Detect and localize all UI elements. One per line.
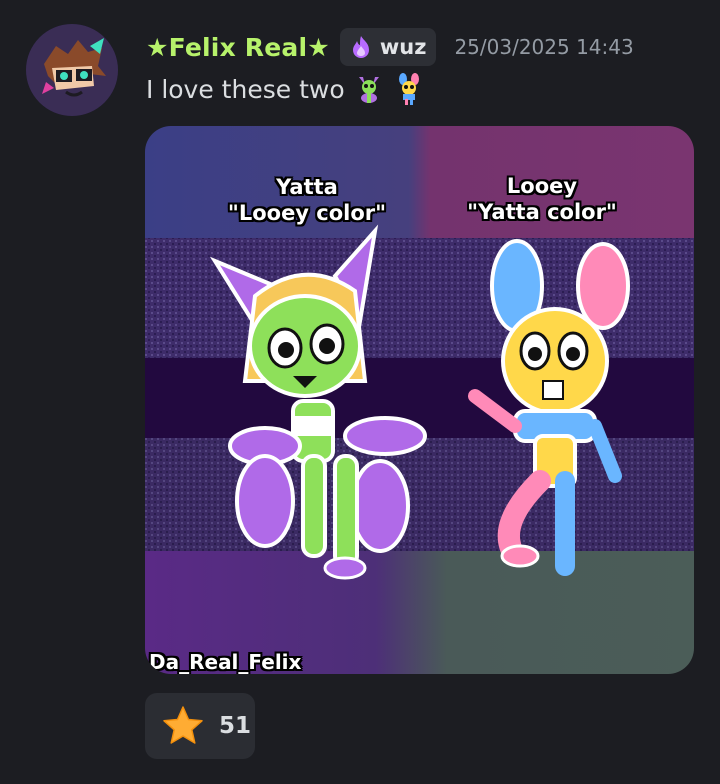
- message-text: I love these two: [146, 74, 345, 104]
- right-character-label: Looey "Yatta color": [467, 174, 617, 224]
- message-content: I love these two: [146, 70, 425, 108]
- timestamp[interactable]: 25/03/2025 14:43: [454, 35, 633, 59]
- looey-emoji[interactable]: [393, 73, 425, 105]
- server-tag[interactable]: wuz: [339, 28, 437, 66]
- yatta-emoji[interactable]: [353, 73, 385, 105]
- server-tag-text: wuz: [379, 35, 427, 59]
- reaction-star[interactable]: 51: [145, 693, 255, 759]
- username[interactable]: ★Felix Real★: [146, 33, 330, 62]
- chat-message: ★Felix Real★ wuz 25/03/2025 14:43 I love…: [0, 0, 720, 784]
- message-header: ★Felix Real★ wuz 25/03/2025 14:43: [146, 27, 634, 67]
- artist-signature: Da_Real_Felix: [149, 650, 302, 674]
- image-attachment[interactable]: Yatta "Looey color" Looey "Yatta color" …: [145, 126, 694, 674]
- avatar-image: [26, 24, 118, 116]
- left-character-label: Yatta "Looey color": [227, 175, 387, 225]
- star-icon: [163, 706, 203, 744]
- purple-flame-icon: [352, 36, 369, 58]
- avatar[interactable]: [26, 24, 118, 116]
- reaction-count: 51: [219, 713, 252, 739]
